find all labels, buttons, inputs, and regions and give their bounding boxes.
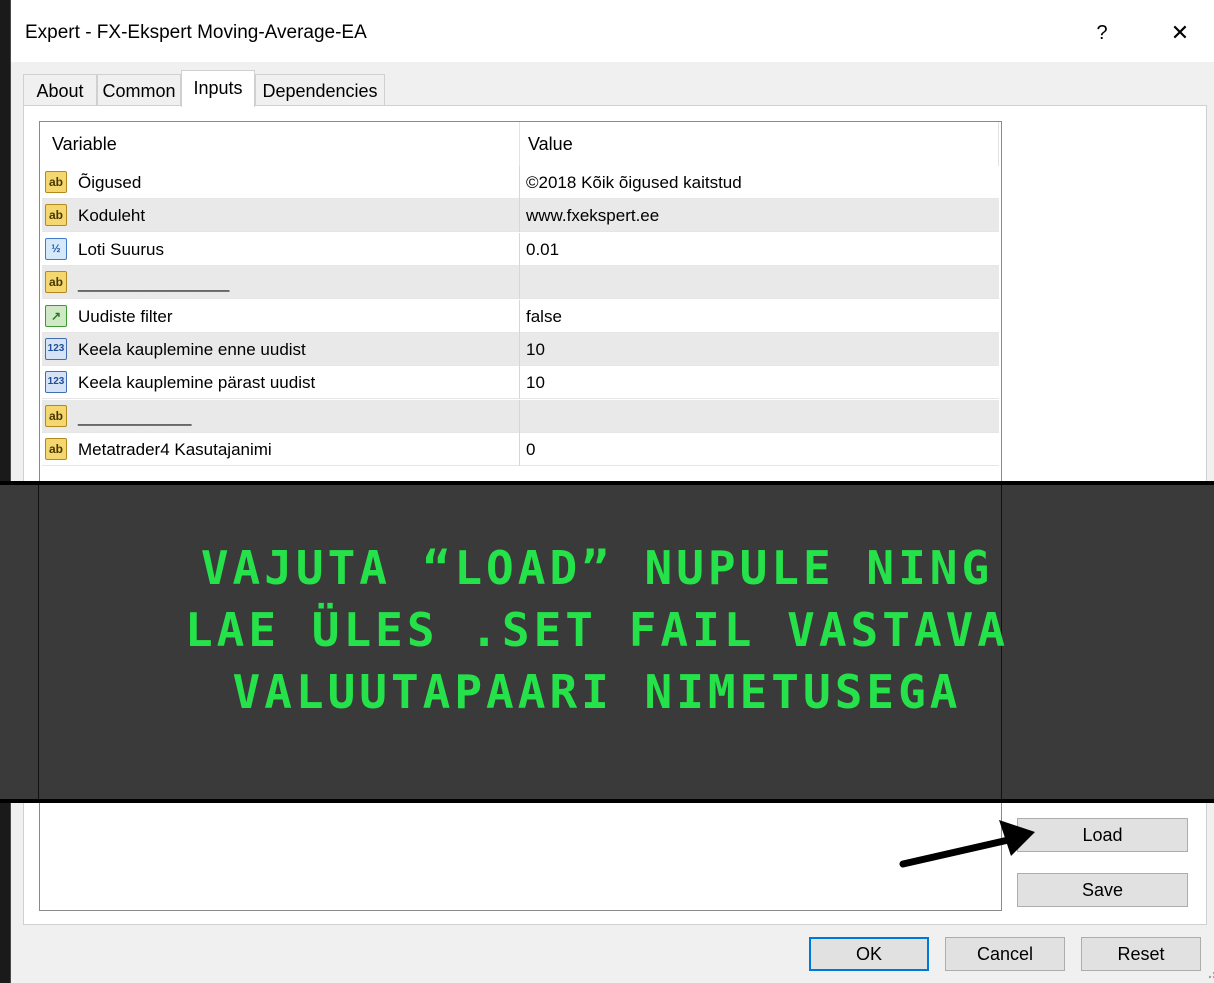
table-row[interactable]: ab ________________ (42, 266, 999, 300)
integer-type-icon: 123 (45, 338, 67, 360)
column-header-variable[interactable]: Variable (52, 134, 117, 155)
variable-value[interactable]: false (526, 307, 562, 327)
cell-divider (519, 333, 520, 366)
variable-name: Keela kauplemine enne uudist (78, 340, 306, 359)
load-button[interactable]: Load (1017, 818, 1188, 852)
variable-name: Keela kauplemine pärast uudist (78, 373, 316, 393)
instruction-banner: VAJUTA “LOAD” NUPULE NING LAE ÜLES .SET … (0, 481, 1214, 803)
tab-about[interactable]: About (23, 74, 97, 106)
variable-name: ____________ (78, 406, 192, 426)
instruction-line: VAJUTA “LOAD” NUPULE NING (200, 541, 994, 595)
column-divider[interactable] (519, 122, 520, 166)
bool-type-icon: ↗ (45, 304, 67, 327)
help-button[interactable]: ? (1073, 8, 1131, 58)
variable-name: Metatrader4 Kasutajanimi (78, 440, 272, 460)
string-type-icon: ab (45, 204, 67, 227)
save-button[interactable]: Save (1017, 873, 1188, 907)
reset-button[interactable]: Reset (1081, 937, 1201, 971)
table-row[interactable]: ½ Loti Suurus 0.01 (42, 232, 999, 266)
cell-divider (519, 299, 520, 333)
integer-type-icon: 123 (45, 371, 67, 394)
variable-value[interactable]: www.fxekspert.ee (526, 206, 659, 226)
table-row[interactable]: ab ____________ (42, 399, 999, 433)
table-row[interactable]: 123 Keela kauplemine pärast uudist 10 (42, 366, 999, 400)
table-row[interactable]: ↗ Uudiste filter false (42, 299, 999, 333)
string-type-icon: ab (45, 171, 67, 193)
tab-common[interactable]: Common (97, 74, 181, 106)
instruction-line: VALUUTAPAARI NIMETUSEGA (232, 665, 962, 719)
cell-divider (519, 199, 520, 233)
variable-value[interactable]: 10 (526, 340, 545, 360)
column-divider (998, 122, 999, 166)
string-type-icon: ab (45, 438, 67, 461)
table-row[interactable]: ab Õigused ©2018 Kõik õigused kaitstud (42, 166, 999, 199)
variable-value[interactable]: 0 (526, 440, 535, 460)
variable-name: Loti Suurus (78, 239, 164, 259)
variable-name: ________________ (78, 273, 230, 293)
instruction-text: VAJUTA “LOAD” NUPULE NING LAE ÜLES .SET … (0, 537, 1194, 723)
cell-divider (519, 433, 520, 467)
cell-divider (519, 232, 520, 266)
variable-name: Koduleht (78, 206, 146, 226)
variable-name: Uudiste filter (78, 306, 173, 326)
resize-grip-icon[interactable] (1207, 966, 1214, 980)
table-row[interactable]: ab Metatrader4 Kasutajanimi 0 (42, 433, 999, 467)
cell-divider (519, 366, 520, 400)
table-row[interactable]: 123 Keela kauplemine enne uudist 10 (42, 333, 999, 366)
double-type-icon: ½ (45, 237, 67, 260)
title-bar: Expert - FX-Ekspert Moving-Average-EA ? … (11, 0, 1214, 62)
cell-divider (519, 399, 520, 433)
cell-divider (519, 266, 520, 300)
column-header-value[interactable]: Value (528, 134, 573, 155)
window-title: Expert - FX-Ekspert Moving-Average-EA (25, 22, 367, 43)
ok-button[interactable]: OK (809, 937, 929, 971)
arrow-pointer-icon (899, 820, 1035, 868)
grid-header: Variable Value (40, 122, 1001, 166)
variable-name: Õigused (78, 173, 142, 192)
variable-value[interactable]: 10 (526, 373, 545, 393)
cell-divider (519, 166, 520, 199)
string-type-icon: ab (45, 271, 67, 294)
table-row[interactable]: ab Koduleht www.fxekspert.ee (42, 199, 999, 233)
instruction-line: LAE ÜLES .SET FAIL VASTAVA (184, 603, 1010, 657)
tab-dependencies[interactable]: Dependencies (255, 74, 385, 106)
variable-value[interactable]: 0.01 (526, 240, 559, 260)
string-type-icon: ab (45, 404, 67, 427)
variable-value[interactable]: ©2018 Kõik õigused kaitstud (526, 173, 742, 193)
tab-inputs[interactable]: Inputs (181, 70, 255, 107)
cancel-button[interactable]: Cancel (945, 937, 1065, 971)
close-button[interactable]: ✕ (1151, 8, 1209, 58)
